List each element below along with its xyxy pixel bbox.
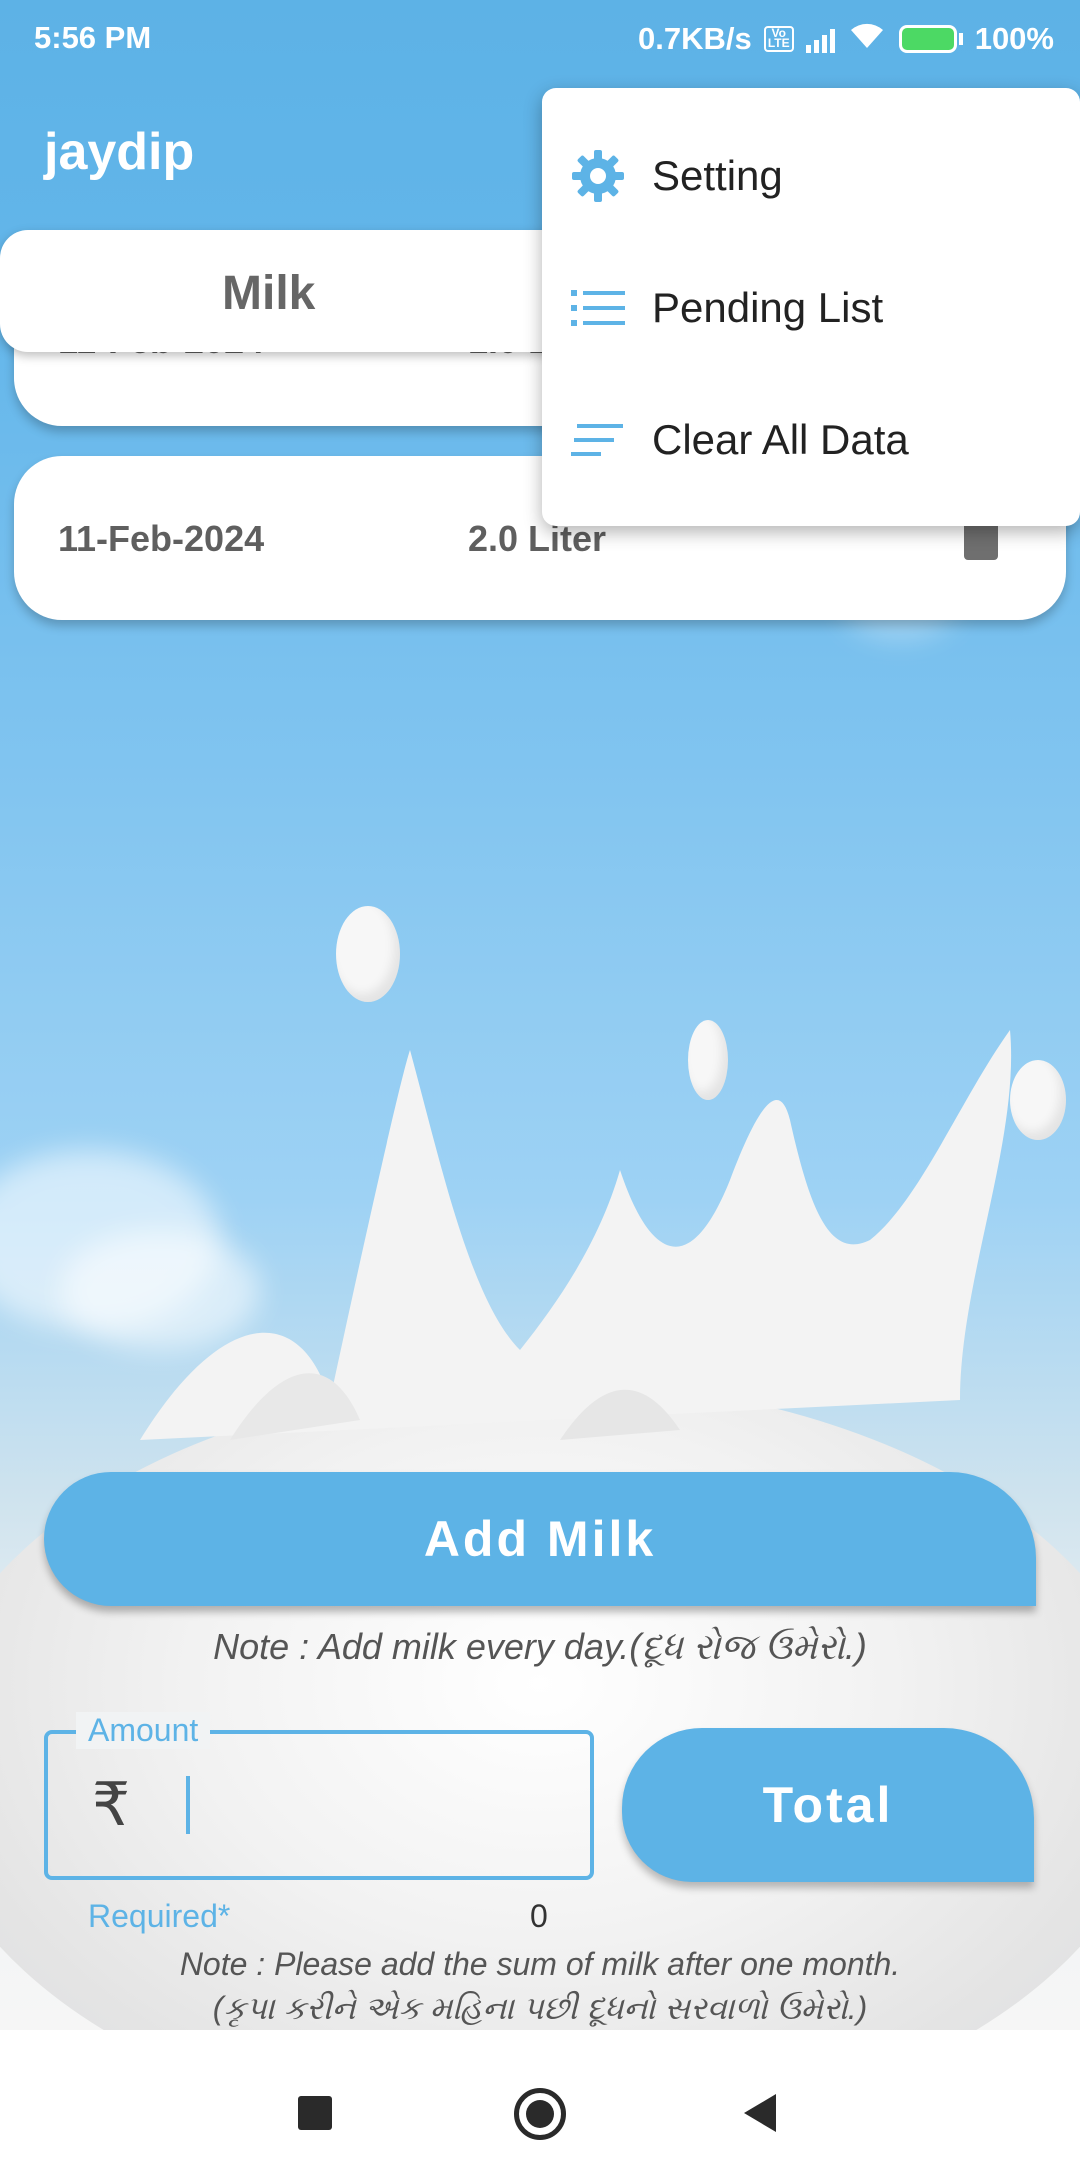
total-value: 0 [530,1898,548,1934]
clear-lines-icon [568,410,628,470]
entry-date: 11-Feb-2024 [58,518,265,559]
wifi-icon [847,20,887,58]
gear-icon [568,146,628,206]
add-milk-button[interactable]: Add Milk [44,1472,1036,1606]
menu-item-clear-all-data[interactable]: Clear All Data [542,380,1080,500]
monthly-sum-note-line1: Note : Please add the sum of milk after … [179,1946,901,1982]
recents-button[interactable] [298,2096,332,2130]
menu-item-pending-list[interactable]: Pending List [542,248,1080,368]
overflow-menu: Setting Pending List Clear All Data [542,88,1080,526]
app-title: jaydip [44,123,195,181]
menu-item-label: Clear All Data [652,416,909,463]
menu-item-setting[interactable]: Setting [542,116,1080,236]
delete-icon[interactable] [964,520,998,560]
menu-item-label: Setting [652,152,783,199]
network-speed: 0.7KB/s [637,21,752,56]
battery-icon [898,25,963,53]
battery-percent: 100% [974,21,1054,56]
text-cursor [186,1776,190,1834]
add-milk-note: Note : Add milk every day.(દૂધ રોજ ઉમેરો… [213,1626,867,1667]
total-button[interactable]: Total [622,1728,1034,1882]
back-button[interactable] [744,2094,776,2132]
monthly-sum-note-line2: (કૃપા કરીને એક મહિના પછી દૂધનો સરવાળો ઉમ… [212,1990,868,2026]
system-nav-bar [0,2030,1080,2160]
rupee-icon: ₹ [92,1771,131,1838]
amount-label: Amount [76,1712,211,1749]
milk-splash-image [140,1030,1012,1440]
status-time: 5:56 PM [34,20,152,55]
status-bar: 5:56 PM 0.7KB/s Vo LTE 100% [0,0,1080,78]
home-button[interactable] [514,2088,566,2140]
signal-icon [805,25,835,53]
required-helper-text: Required* [88,1898,231,1934]
tab-milk[interactable]: Milk [222,266,315,321]
menu-item-label: Pending List [652,284,884,331]
volte-icon: Vo LTE [763,26,794,52]
list-icon [568,278,628,338]
